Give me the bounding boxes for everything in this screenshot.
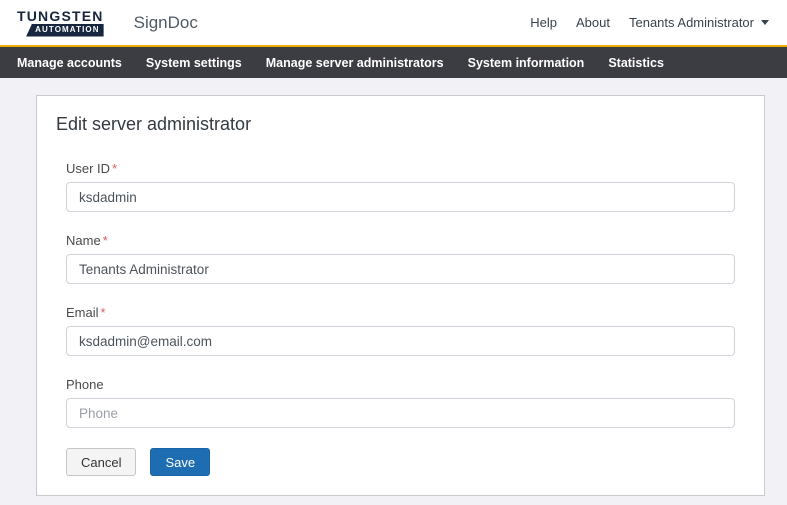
nav-item-system-settings[interactable]: System settings [146, 56, 242, 70]
name-label: Name * [66, 233, 108, 248]
required-asterisk: * [100, 305, 106, 320]
edit-admin-form: User ID* Name* Email* Phone Cancel Save [66, 160, 735, 476]
user-menu[interactable]: Tenants Administrator [629, 15, 769, 30]
user-id-group: User ID * [66, 160, 735, 212]
email-field[interactable] [66, 326, 735, 356]
user-id-field[interactable] [66, 182, 735, 212]
page-title: Edit server administrator [56, 114, 252, 134]
edit-server-administrator-card: Edit server administrator User ID* Name*… [36, 95, 765, 496]
app-header: TUNGSTEN AUTOMATION SignDoc Help About T… [0, 0, 787, 45]
chevron-down-icon [761, 20, 769, 25]
cancel-button[interactable]: Cancel [66, 448, 137, 476]
nav-item-manage-server-administrators[interactable]: Manage server administrators [266, 56, 444, 70]
form-actions: Cancel Save [66, 448, 735, 476]
email-label: Email * [66, 305, 106, 320]
nav-item-system-information[interactable]: System information [468, 56, 585, 70]
header-links: Help About Tenants Administrator [530, 15, 769, 30]
help-link[interactable]: Help [530, 15, 557, 30]
user-id-label: User ID * [66, 161, 118, 176]
nav-item-statistics[interactable]: Statistics [608, 56, 664, 70]
name-group: Name * [66, 232, 735, 284]
phone-label: Phone [66, 377, 104, 392]
email-group: Email * [66, 304, 735, 356]
logo-text-automation: AUTOMATION [26, 23, 104, 37]
main-nav: Manage accounts System settings Manage s… [0, 45, 787, 78]
user-menu-label: Tenants Administrator [628, 15, 754, 30]
tungsten-automation-logo[interactable]: TUNGSTEN AUTOMATION [17, 7, 104, 37]
nav-item-manage-accounts[interactable]: Manage accounts [17, 56, 122, 70]
name-field[interactable] [66, 254, 735, 284]
phone-field[interactable] [66, 398, 735, 428]
app-title: SignDoc [133, 12, 198, 32]
required-asterisk: * [102, 233, 108, 248]
phone-group: Phone [66, 376, 735, 428]
about-link[interactable]: About [576, 15, 610, 30]
required-asterisk: * [112, 161, 118, 176]
logo-text-tungsten: TUNGSTEN [17, 7, 104, 24]
save-button[interactable]: Save [150, 448, 211, 476]
